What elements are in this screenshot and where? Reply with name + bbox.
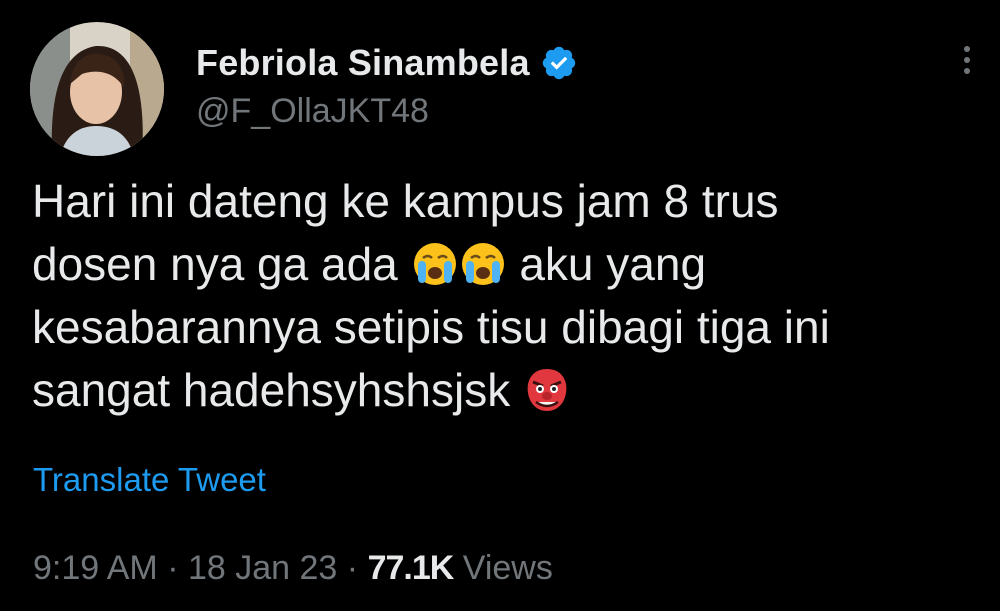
goblin-mask-emoji bbox=[524, 366, 570, 412]
tweet-time[interactable]: 9:19 AM bbox=[33, 549, 158, 587]
crying-face-emoji bbox=[412, 240, 458, 286]
user-handle[interactable]: @F_OllaJKT48 bbox=[196, 92, 429, 131]
tweet-text: Hari ini dateng ke kampus jam 8 trus dos… bbox=[32, 170, 972, 422]
verified-badge-icon bbox=[540, 44, 578, 82]
more-options-button[interactable] bbox=[952, 42, 982, 86]
display-name[interactable]: Febriola Sinambela bbox=[196, 42, 530, 84]
tweet-line: dosen nya ga ada aku yang bbox=[32, 233, 972, 296]
views-count[interactable]: 77.1K bbox=[368, 549, 455, 587]
vertical-ellipsis-icon bbox=[964, 46, 970, 52]
tweet-date[interactable]: 18 Jan 23 bbox=[188, 549, 337, 587]
separator: · bbox=[346, 549, 359, 587]
tweet-line-segment: dosen nya ga ada bbox=[32, 238, 398, 290]
tweet-line: kesabarannya setipis tisu dibagi tiga in… bbox=[32, 301, 830, 353]
tweet-meta: 9:19 AM · 18 Jan 23 · 77.1K Views bbox=[33, 549, 553, 588]
tweet-line-segment: aku yang bbox=[519, 238, 707, 290]
tweet-card: Febriola Sinambela @F_OllaJKT48 Hari ini… bbox=[0, 0, 1000, 611]
tweet-line-segment: sangat hadehsyhshsjsk bbox=[32, 364, 511, 416]
avatar[interactable] bbox=[30, 22, 164, 156]
crying-face-emoji bbox=[460, 240, 506, 286]
avatar-photo bbox=[30, 22, 164, 156]
separator: · bbox=[167, 549, 179, 587]
tweet-line: sangat hadehsyhshsjsk bbox=[32, 359, 972, 422]
views-label: Views bbox=[462, 549, 553, 587]
translate-tweet-link[interactable]: Translate Tweet bbox=[33, 461, 266, 499]
name-row: Febriola Sinambela bbox=[196, 38, 578, 88]
tweet-line: Hari ini dateng ke kampus jam 8 trus bbox=[32, 175, 779, 227]
